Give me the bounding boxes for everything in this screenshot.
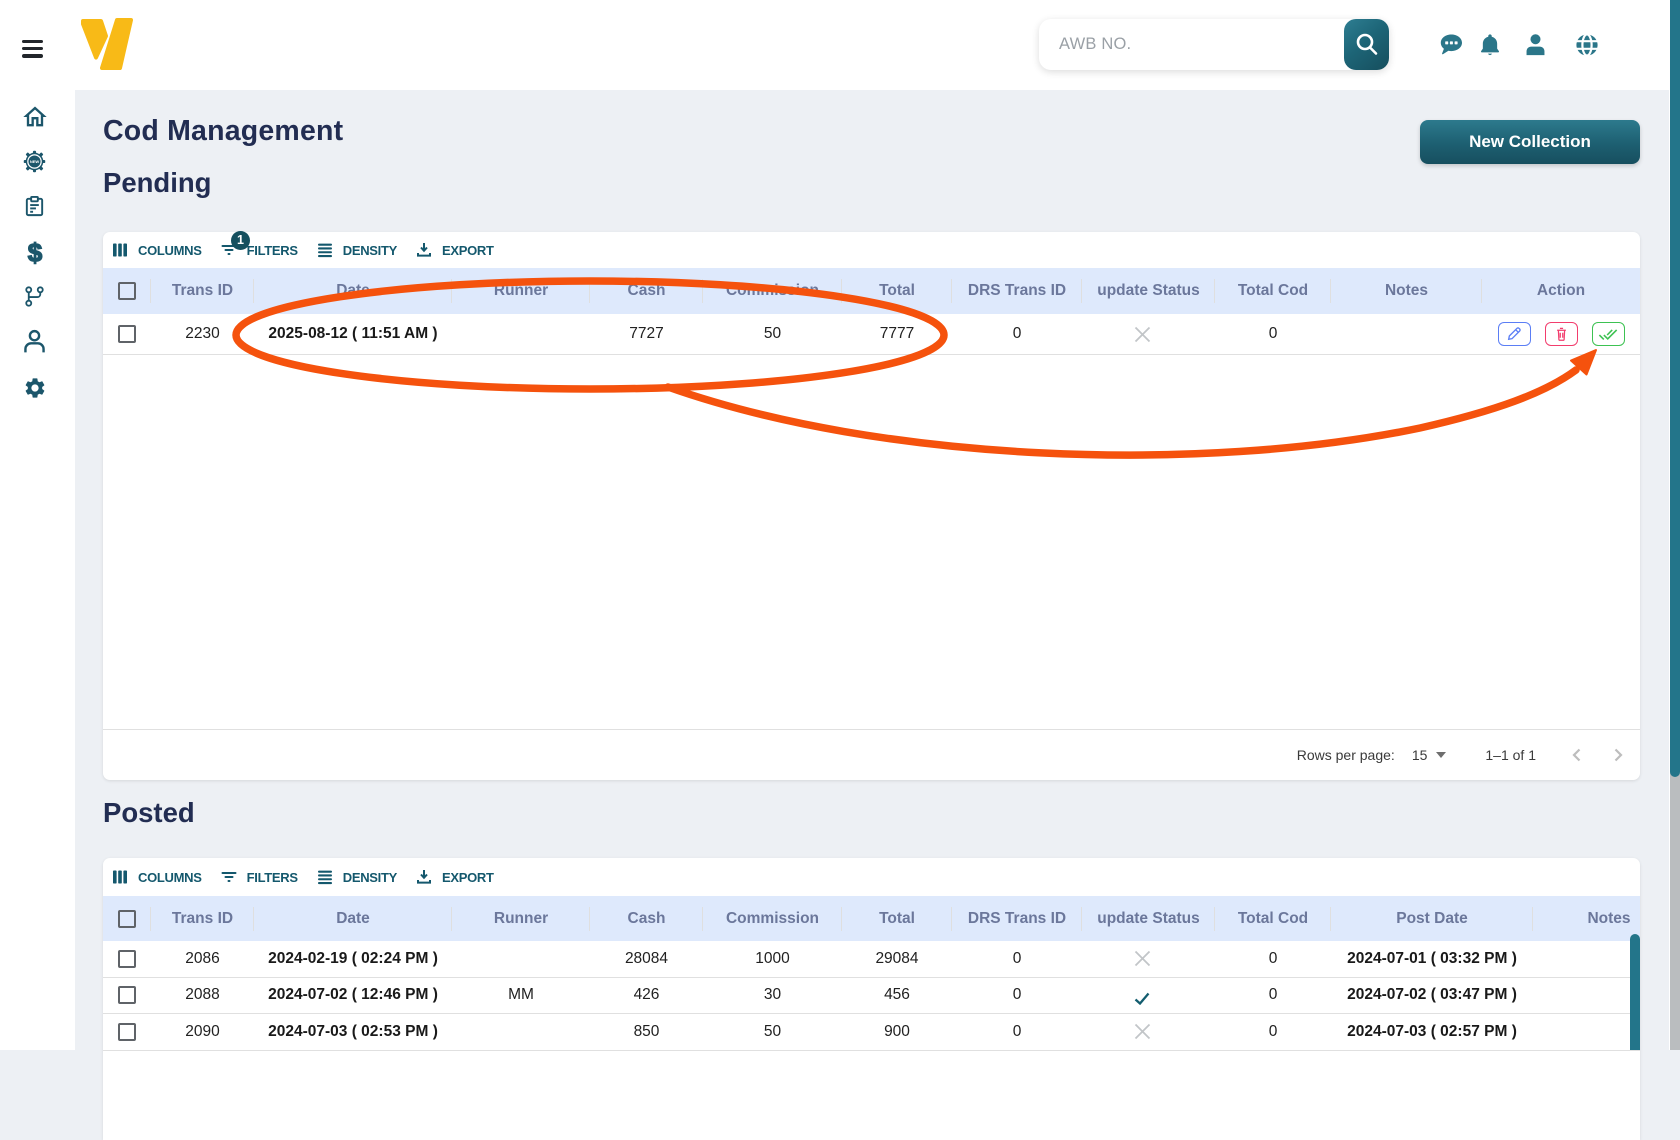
svg-text:NEW: NEW <box>30 159 40 164</box>
svg-text:$: $ <box>28 239 43 267</box>
